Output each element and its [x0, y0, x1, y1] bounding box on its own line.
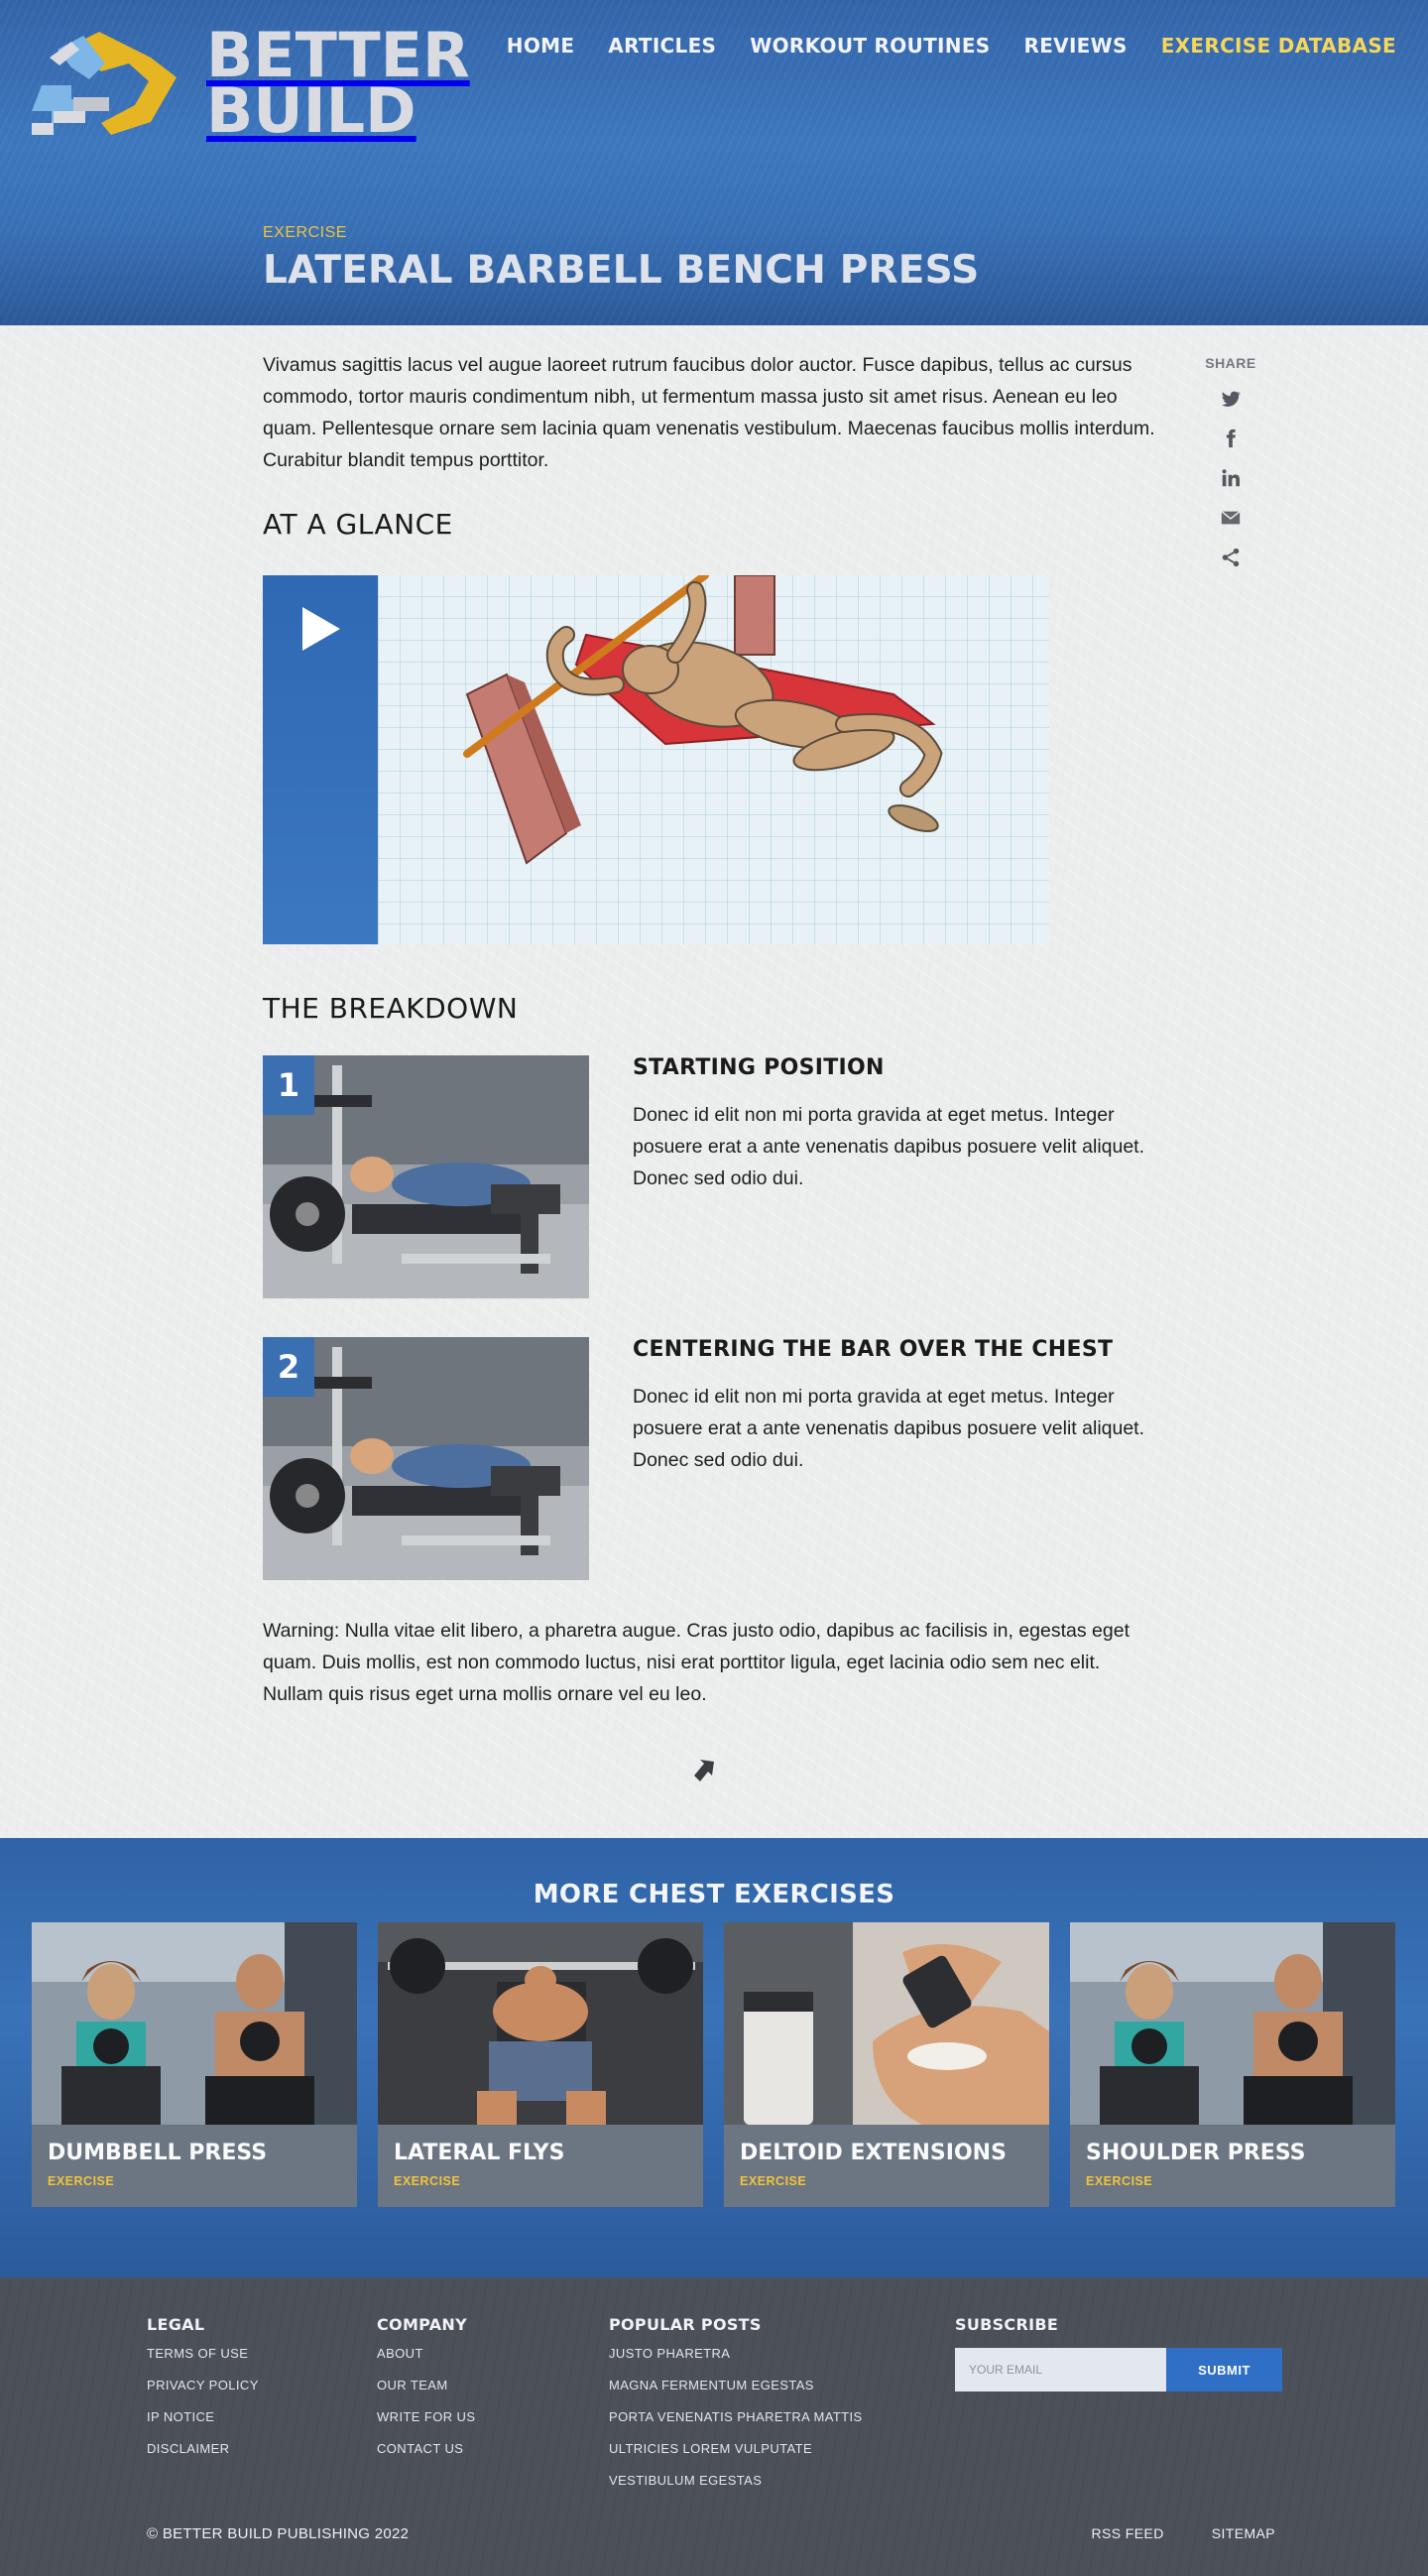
card-photo: [724, 1922, 1049, 2125]
related-card-dumbbell-press[interactable]: DUMBBELL PRESS EXERCISE: [32, 1922, 357, 2207]
email-field[interactable]: [955, 2348, 1166, 2392]
related-exercises: MORE CHEST EXERCISES DUMBBELL PRESS EXER…: [0, 1838, 1428, 2277]
video-preview-image: [378, 575, 1049, 944]
facebook-icon[interactable]: [1220, 427, 1242, 450]
footer-link-privacy[interactable]: PRIVACY POLICY: [147, 2378, 259, 2392]
nav-workout-routines[interactable]: WORKOUT ROUTINES: [750, 34, 990, 58]
step-photo: 1: [263, 1055, 589, 1298]
footer-heading: COMPANY: [377, 2315, 467, 2334]
footer-link-ip-notice[interactable]: IP NOTICE: [147, 2409, 259, 2424]
nav-articles[interactable]: ARTICLES: [608, 34, 716, 58]
kettlebell-duo-photo: [32, 1922, 357, 2125]
card-title: DUMBBELL PRESS: [48, 2141, 268, 2165]
footer-link-terms[interactable]: TERMS OF USE: [147, 2346, 259, 2361]
related-heading: MORE CHEST EXERCISES: [533, 1880, 895, 1909]
related-cards: DUMBBELL PRESS EXERCISE LATERAL FLYS EXE…: [32, 1922, 1395, 2207]
footer-subscribe: SUBSCRIBE SUBMIT: [955, 2315, 1282, 2392]
site-header: BETTER BUILD HOME ARTICLES WORKOUT ROUTI…: [0, 0, 1428, 325]
card-category: EXERCISE: [48, 2174, 115, 2188]
exercise-video[interactable]: [263, 575, 1049, 944]
footer-link-our-team[interactable]: OUR TEAM: [377, 2378, 475, 2392]
footer-link-about[interactable]: ABOUT: [377, 2346, 475, 2361]
footer-post-link[interactable]: JUSTO PHARETRA: [609, 2346, 863, 2361]
card-photo: [378, 1922, 703, 2125]
share-label: SHARE: [1205, 355, 1256, 371]
linkedin-icon[interactable]: [1220, 466, 1242, 490]
card-category: EXERCISE: [1086, 2174, 1153, 2188]
step-title: STARTING POSITION: [633, 1055, 885, 1080]
bench-press-figure-illustration: [463, 575, 943, 865]
footer-bottom-links: RSS FEED SITEMAP: [1092, 2525, 1275, 2541]
site-footer: LEGAL TERMS OF USE PRIVACY POLICY IP NOT…: [0, 2277, 1428, 2576]
footer-heading: POPULAR POSTS: [609, 2315, 762, 2334]
card-photo: [1070, 1922, 1395, 2125]
email-icon[interactable]: [1220, 506, 1242, 530]
step-title: CENTERING THE BAR OVER THE CHEST: [633, 1337, 1114, 1362]
footer-heading: LEGAL: [147, 2315, 205, 2334]
card-category: EXERCISE: [394, 2174, 461, 2188]
nav-home[interactable]: HOME: [507, 34, 575, 58]
logo-icon: [32, 32, 177, 135]
step-number-badge: 2: [263, 1337, 314, 1397]
submit-button[interactable]: SUBMIT: [1166, 2348, 1282, 2392]
supplements-photo: [724, 1922, 1049, 2125]
footer-post-link[interactable]: ULTRICIES LOREM VULPUTATE: [609, 2441, 863, 2456]
footer-link-rss[interactable]: RSS FEED: [1092, 2525, 1164, 2541]
step-photo: 2: [263, 1337, 589, 1580]
video-play-panel[interactable]: [263, 575, 378, 944]
footer-post-link[interactable]: MAGNA FERMENTUM EGESTAS: [609, 2378, 863, 2392]
footer-popular-posts: POPULAR POSTS JUSTO PHARETRA MAGNA FERME…: [609, 2315, 863, 2505]
card-title: SHOULDER PRESS: [1086, 2141, 1306, 2165]
copyright-text: © BETTER BUILD PUBLISHING 2022: [147, 2525, 410, 2542]
kettlebell-duo-photo: [1070, 1922, 1395, 2125]
nav-exercise-database[interactable]: EXERCISE DATABASE: [1161, 34, 1396, 58]
share-bar: SHARE: [1200, 355, 1261, 569]
step-description: Donec id elit non mi porta gravida at eg…: [633, 1104, 1145, 1189]
article-body: Vivamus sagittis lacus vel augue laoreet…: [0, 325, 1428, 1838]
intro-paragraph: Vivamus sagittis lacus vel augue laoreet…: [263, 354, 1155, 471]
footer-post-link[interactable]: VESTIBULUM EGESTAS: [609, 2473, 863, 2488]
subscribe-form: SUBMIT: [955, 2348, 1282, 2392]
page-title: LATERAL BARBELL BENCH PRESS: [263, 248, 980, 293]
nav-reviews[interactable]: REVIEWS: [1024, 34, 1128, 58]
footer-link-sitemap[interactable]: SITEMAP: [1212, 2525, 1275, 2541]
section-heading-glance: AT A GLANCE: [263, 508, 453, 541]
related-card-shoulder-press[interactable]: SHOULDER PRESS EXERCISE: [1070, 1922, 1395, 2207]
warning-paragraph: Warning: Nulla vitae elit libero, a phar…: [263, 1620, 1130, 1705]
related-card-lateral-flys[interactable]: LATERAL FLYS EXERCISE: [378, 1922, 703, 2207]
next-arrow-icon[interactable]: [690, 1754, 720, 1783]
main-nav: HOME ARTICLES WORKOUT ROUTINES REVIEWS E…: [507, 34, 1396, 58]
card-title: LATERAL FLYS: [394, 2141, 565, 2165]
footer-post-link[interactable]: PORTA VENENATIS PHARETRA MATTIS: [609, 2409, 863, 2424]
footer-link-write-for-us[interactable]: WRITE FOR US: [377, 2409, 475, 2424]
step-number-badge: 1: [263, 1055, 314, 1115]
play-icon[interactable]: [302, 607, 340, 651]
breakdown-step-1: 1 STARTING POSITION Donec id elit non mi…: [263, 1055, 1155, 1298]
section-heading-breakdown: THE BREAKDOWN: [263, 992, 519, 1025]
footer-company: COMPANY ABOUT OUR TEAM WRITE FOR US CONT…: [377, 2315, 475, 2473]
logo-line-2: BUILD: [206, 74, 416, 147]
logo-wordmark: BETTER BUILD: [206, 25, 470, 147]
footer-heading: SUBSCRIBE: [955, 2315, 1059, 2334]
card-title: DELTOID EXTENSIONS: [740, 2141, 1007, 2165]
twitter-icon[interactable]: [1220, 387, 1242, 411]
share-icon[interactable]: [1220, 546, 1242, 569]
footer-link-contact[interactable]: CONTACT US: [377, 2441, 475, 2456]
site-logo[interactable]: BETTER BUILD: [32, 25, 470, 147]
footer-link-disclaimer[interactable]: DISCLAIMER: [147, 2441, 259, 2456]
bench-press-photo: [378, 1922, 703, 2125]
category-label: EXERCISE: [263, 224, 347, 241]
card-photo: [32, 1922, 357, 2125]
step-description: Donec id elit non mi porta gravida at eg…: [633, 1386, 1145, 1471]
related-card-deltoid-extensions[interactable]: DELTOID EXTENSIONS EXERCISE: [724, 1922, 1049, 2207]
card-category: EXERCISE: [740, 2174, 807, 2188]
breakdown-step-2: 2 CENTERING THE BAR OVER THE CHEST Donec…: [263, 1337, 1155, 1580]
footer-legal: LEGAL TERMS OF USE PRIVACY POLICY IP NOT…: [147, 2315, 259, 2473]
